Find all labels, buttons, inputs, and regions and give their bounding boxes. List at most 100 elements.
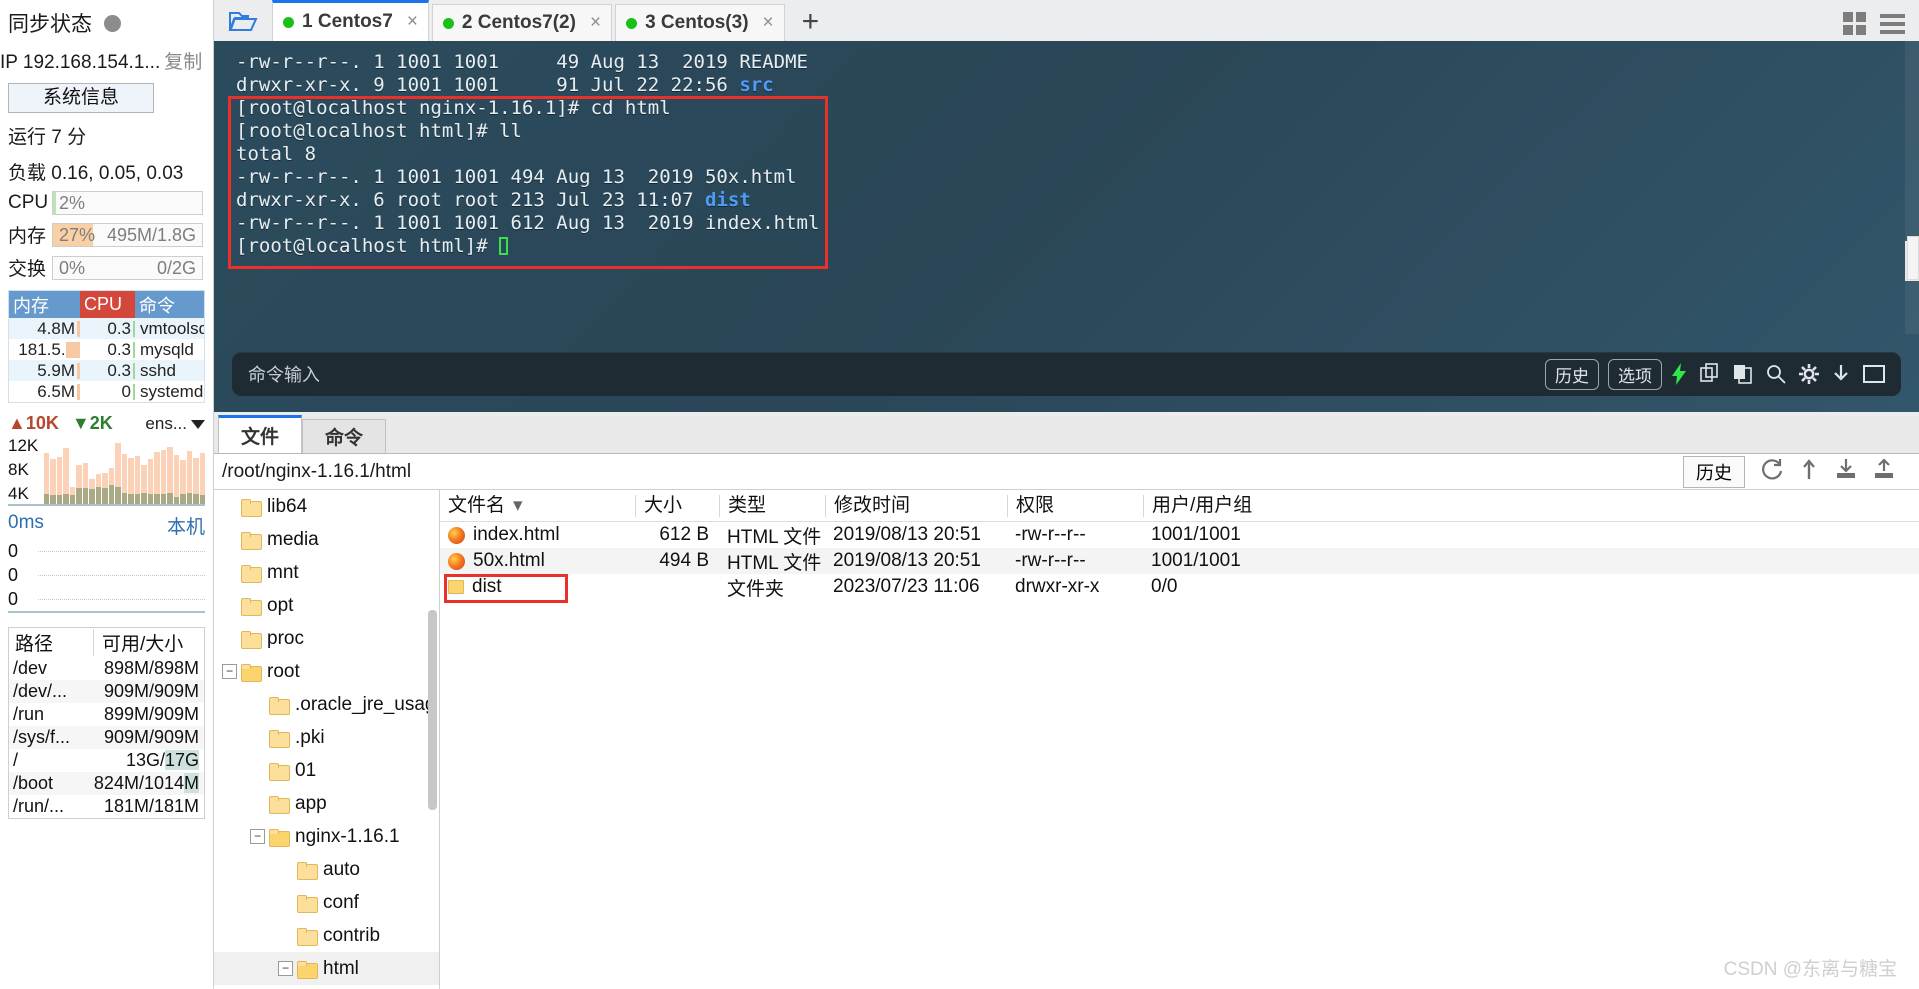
- file-history-button[interactable]: 历史: [1683, 455, 1745, 488]
- system-info-button[interactable]: 系统信息: [8, 83, 154, 113]
- file-header-name[interactable]: 文件名 ▾: [440, 495, 635, 517]
- download-icon[interactable]: [1832, 364, 1850, 384]
- file-type-cell: HTML 文件: [727, 526, 822, 548]
- file-header-perm[interactable]: 权限: [1007, 494, 1143, 517]
- terminal-options-button[interactable]: 选项: [1608, 358, 1662, 390]
- disk-size: 13G/17G: [125, 750, 199, 770]
- terminal-tab[interactable]: 2 Centos7(2) ×: [431, 4, 613, 41]
- file-perm-cell: -rw-r--r--: [1015, 524, 1086, 545]
- cpu-value: 2%: [59, 193, 86, 213]
- copy-icon[interactable]: [1700, 363, 1720, 385]
- terminal-output[interactable]: -rw-r--r--. 1 1001 1001 49 Aug 13 2019 R…: [214, 41, 1919, 412]
- disk-row[interactable]: / 13G/17G: [9, 749, 204, 772]
- tree-node[interactable]: − nginx-1.16.1: [214, 820, 439, 853]
- download-icon[interactable]: [1835, 458, 1857, 485]
- swap-meter-row: 交换 0% 0/2G: [0, 254, 213, 281]
- process-header-cpu[interactable]: CPU: [80, 291, 135, 318]
- tree-node[interactable]: lib64: [214, 490, 439, 523]
- tree-node[interactable]: app: [214, 787, 439, 820]
- tree-node[interactable]: conf: [214, 886, 439, 919]
- file-time-cell: 2023/07/23 11:06: [833, 576, 980, 597]
- ip-row: IP 192.168.154.1... 复制: [0, 47, 213, 74]
- tab-close-icon[interactable]: ×: [763, 12, 774, 34]
- search-icon[interactable]: [1766, 364, 1786, 384]
- refresh-icon[interactable]: [1761, 458, 1783, 485]
- terminal-history-button[interactable]: 历史: [1545, 358, 1599, 390]
- file-name-cell: dist: [440, 576, 635, 598]
- terminal-tab[interactable]: 3 Centos(3) ×: [615, 4, 785, 41]
- tree-node-label: nginx-1.16.1: [295, 825, 400, 847]
- latency-header: 0ms 本机: [8, 512, 205, 539]
- folder-icon: [269, 762, 290, 781]
- process-header-mem[interactable]: 内存: [9, 292, 80, 318]
- chart-bar: [121, 436, 128, 504]
- process-row[interactable]: 6.5M 0 systemd: [9, 381, 204, 402]
- paste-icon[interactable]: [1733, 363, 1753, 385]
- file-header-size[interactable]: 大小: [635, 494, 719, 517]
- disk-row[interactable]: /boot 824M/1014M: [9, 772, 204, 795]
- up-level-icon[interactable]: [1799, 458, 1819, 485]
- file-browser-tab[interactable]: 文件: [218, 415, 303, 453]
- tree-node[interactable]: auto: [214, 853, 439, 886]
- new-tab-button[interactable]: +: [788, 7, 834, 41]
- terminal-line: -rw-r--r--. 1 1001 1001 612 Aug 13 2019 …: [236, 212, 820, 234]
- tree-expander[interactable]: −: [250, 829, 265, 844]
- file-browser-tab[interactable]: 命令: [302, 419, 387, 453]
- tree-node[interactable]: proc: [214, 622, 439, 655]
- tree-node[interactable]: media: [214, 523, 439, 556]
- tab-close-icon[interactable]: ×: [590, 12, 601, 34]
- disk-row[interactable]: /dev/... 909M/909M: [9, 680, 204, 703]
- tree-node[interactable]: − root: [214, 655, 439, 688]
- disk-row[interactable]: /run 899M/909M: [9, 703, 204, 726]
- lightning-icon[interactable]: [1671, 363, 1687, 385]
- window-icon[interactable]: [1863, 365, 1885, 383]
- tab-close-icon[interactable]: ×: [407, 11, 418, 33]
- load-average-label: 负载 0.16, 0.05, 0.03: [8, 163, 184, 184]
- firefox-icon: [448, 552, 465, 570]
- file-header-owner[interactable]: 用户/用户组: [1143, 494, 1293, 517]
- disk-row[interactable]: /dev 898M/898M: [9, 657, 204, 680]
- open-folder-button[interactable]: [214, 0, 272, 41]
- tree-node[interactable]: contrib: [214, 919, 439, 952]
- tree-node[interactable]: − html: [214, 952, 439, 985]
- chart-bar: [76, 436, 82, 504]
- tree-node-label: .pki: [295, 726, 325, 748]
- tree-node[interactable]: .oracle_jre_usag: [214, 688, 439, 721]
- gear-icon[interactable]: [1799, 364, 1819, 384]
- right-edge-handle[interactable]: [1907, 236, 1919, 280]
- copy-ip-button[interactable]: 复制: [164, 52, 202, 73]
- chevron-down-icon: [191, 419, 205, 429]
- disk-path: /run/...: [13, 796, 65, 816]
- path-toolbar: 历史: [1683, 455, 1919, 488]
- terminal-scrollbar[interactable]: [1905, 41, 1919, 334]
- process-row[interactable]: 4.8M 0.3 vmtoolsd: [9, 318, 204, 339]
- latency-plot: [38, 539, 205, 611]
- menu-icon[interactable]: [1880, 13, 1905, 34]
- terminal-tab[interactable]: 1 Centos7 ×: [272, 0, 429, 41]
- process-row[interactable]: 181.5... 0.3 mysqld: [9, 339, 204, 360]
- tree-node[interactable]: mnt: [214, 556, 439, 589]
- tree-expander[interactable]: −: [222, 664, 237, 679]
- disk-row[interactable]: /run/... 181M/181M: [9, 795, 204, 818]
- command-input[interactable]: 命令输入: [232, 361, 1545, 387]
- memory-label: 内存: [8, 226, 47, 247]
- current-path[interactable]: /root/nginx-1.16.1/html: [214, 461, 411, 483]
- tree-node[interactable]: 01: [214, 754, 439, 787]
- tree-expander[interactable]: −: [278, 961, 293, 976]
- process-header-cmd[interactable]: 命令: [135, 292, 204, 318]
- upload-icon[interactable]: [1873, 458, 1895, 485]
- grid-layout-icon[interactable]: [1843, 12, 1866, 35]
- tree-scrollbar[interactable]: [428, 610, 437, 810]
- table-row[interactable]: 50x.html 494 B HTML 文件 2019/08/13 20:51 …: [440, 548, 1919, 574]
- file-header-type[interactable]: 类型: [719, 494, 825, 517]
- table-row[interactable]: dist 文件夹 2023/07/23 11:06 drwxr-xr-x 0/0: [440, 574, 1919, 600]
- tree-node[interactable]: opt: [214, 589, 439, 622]
- file-header-time[interactable]: 修改时间: [825, 494, 1007, 517]
- disk-row[interactable]: /sys/f... 909M/909M: [9, 726, 204, 749]
- tree-node[interactable]: .pki: [214, 721, 439, 754]
- folder-icon: [269, 795, 290, 814]
- network-interface-select[interactable]: ens...: [145, 414, 205, 434]
- disk-path: /boot: [13, 773, 54, 793]
- table-row[interactable]: index.html 612 B HTML 文件 2019/08/13 20:5…: [440, 522, 1919, 548]
- process-row[interactable]: 5.9M 0.3 sshd: [9, 360, 204, 381]
